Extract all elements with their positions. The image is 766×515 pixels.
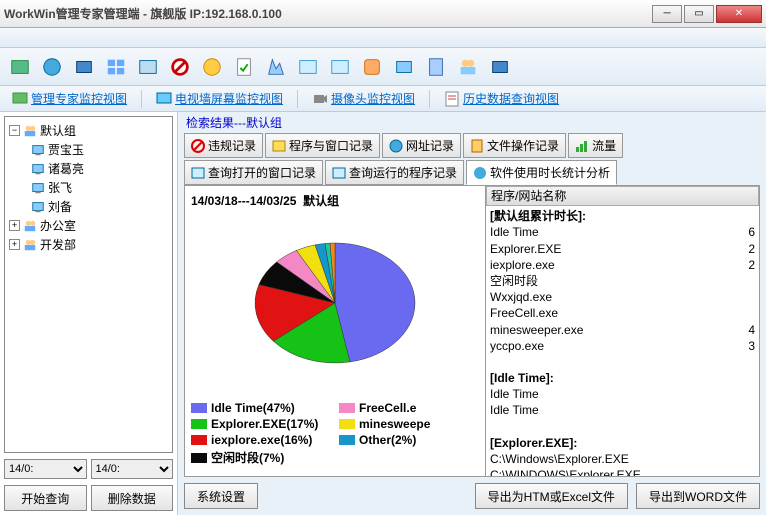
tb-icon-6[interactable] (166, 53, 194, 81)
pie-chart (191, 209, 479, 397)
viewtab-tvwall[interactable]: 电视墙屏幕监控视图 (150, 88, 289, 109)
record-tabs-row1: 违规记录 程序与窗口记录 网址记录 文件操作记录 流量 (178, 133, 766, 158)
data-header: 程序/网站名称 (486, 186, 759, 206)
tab-url[interactable]: 网址记录 (382, 133, 461, 158)
tb-icon-16[interactable] (486, 53, 514, 81)
viewtab-camera[interactable]: 摄像头监控视图 (306, 88, 421, 109)
viewtab-history[interactable]: 历史数据查询视图 (438, 88, 565, 109)
tab-query-programs[interactable]: 查询运行的程序记录 (325, 160, 464, 185)
legend-item: minesweepe (339, 417, 479, 431)
close-button[interactable]: ✕ (716, 5, 762, 23)
data-row: Wxxjqd.exe (490, 289, 755, 305)
legend-item: Other(2%) (339, 433, 479, 447)
data-group-title: [默认组累计时长]: (490, 208, 755, 224)
record-tabs-row2: 查询打开的窗口记录 查询运行的程序记录 软件使用时长统计分析 (178, 158, 766, 185)
tb-icon-2[interactable] (38, 53, 66, 81)
viewtab-monitor[interactable]: 管理专家监控视图 (6, 88, 133, 109)
tb-icon-5[interactable] (134, 53, 162, 81)
data-row: yccpo.exe3 (490, 338, 755, 354)
tab-usage-stats[interactable]: 软件使用时长统计分析 (466, 160, 617, 185)
tb-icon-12[interactable] (358, 53, 386, 81)
legend-item: 空闲时段(7%) (191, 449, 331, 466)
tab-violation[interactable]: 违规记录 (184, 133, 263, 158)
data-row: C:\Windows\Explorer.EXE (490, 451, 755, 467)
data-row: minesweeper.exe4 (490, 322, 755, 338)
maximize-button[interactable]: ▭ (684, 5, 714, 23)
tree-child[interactable]: 诸葛亮 (9, 159, 168, 178)
window-title: WorkWin管理专家管理端 - 旗舰版 IP:192.168.0.100 (4, 5, 282, 22)
tb-icon-7[interactable] (198, 53, 226, 81)
bottom-buttons: 系统设置 导出为HTM或Excel文件 导出到WORD文件 (178, 477, 766, 515)
delete-button[interactable]: 删除数据 (91, 485, 174, 511)
menubar (0, 28, 766, 48)
date-from[interactable]: 14/0: (4, 459, 87, 479)
tree-root[interactable]: −默认组 (9, 121, 168, 140)
group-tree[interactable]: −默认组 贾宝玉 诸葛亮 张飞 刘备 +办公室 +开发部 (4, 116, 173, 453)
tree-child[interactable]: 刘备 (9, 197, 168, 216)
tb-icon-9[interactable] (262, 53, 290, 81)
tb-icon-8[interactable] (230, 53, 258, 81)
data-row: Idle Time (490, 386, 755, 402)
tree-sibling[interactable]: +办公室 (9, 216, 168, 235)
tab-program-window[interactable]: 程序与窗口记录 (265, 133, 380, 158)
data-panel[interactable]: 程序/网站名称 [默认组累计时长]:Idle Time6Explorer.EXE… (485, 186, 759, 476)
toolbar (0, 48, 766, 86)
data-row: 空闲时段 (490, 273, 755, 289)
tab-query-windows[interactable]: 查询打开的窗口记录 (184, 160, 323, 185)
query-button[interactable]: 开始查询 (4, 485, 87, 511)
data-group-title: [Explorer.EXE]: (490, 435, 755, 451)
tb-icon-1[interactable] (6, 53, 34, 81)
tb-icon-13[interactable] (390, 53, 418, 81)
tb-icon-3[interactable] (70, 53, 98, 81)
date-to[interactable]: 14/0: (91, 459, 174, 479)
data-row: Explorer.EXE2 (490, 241, 755, 257)
chart-area: 14/03/18---14/03/25 默认组 Idle Time(47%) Fr… (185, 186, 485, 476)
legend-item: Idle Time(47%) (191, 401, 331, 415)
system-settings-button[interactable]: 系统设置 (184, 483, 258, 509)
tb-icon-10[interactable] (294, 53, 322, 81)
titlebar: WorkWin管理专家管理端 - 旗舰版 IP:192.168.0.100 ─ … (0, 0, 766, 28)
tree-child[interactable]: 贾宝玉 (9, 140, 168, 159)
data-row: FreeCell.exe (490, 305, 755, 321)
data-row: Idle Time (490, 402, 755, 418)
tb-icon-4[interactable] (102, 53, 130, 81)
export-html-excel-button[interactable]: 导出为HTM或Excel文件 (475, 483, 628, 509)
data-row: Idle Time6 (490, 224, 755, 240)
chart-legend: Idle Time(47%) FreeCell.e Explorer.EXE(17%… (191, 397, 479, 470)
view-tabbar: 管理专家监控视图 电视墙屏幕监控视图 摄像头监控视图 历史数据查询视图 (0, 86, 766, 112)
minimize-button[interactable]: ─ (652, 5, 682, 23)
legend-item: Explorer.EXE(17%) (191, 417, 331, 431)
data-group-title: [Idle Time]: (490, 370, 755, 386)
tb-icon-14[interactable] (422, 53, 450, 81)
tb-icon-11[interactable] (326, 53, 354, 81)
export-word-button[interactable]: 导出到WORD文件 (636, 483, 760, 509)
tab-file-ops[interactable]: 文件操作记录 (463, 133, 566, 158)
chart-header: 14/03/18---14/03/25 默认组 (191, 192, 479, 209)
content-area: 14/03/18---14/03/25 默认组 Idle Time(47%) Fr… (184, 185, 760, 477)
legend-item: FreeCell.e (339, 401, 479, 415)
left-panel: −默认组 贾宝玉 诸葛亮 张飞 刘备 +办公室 +开发部 14/0: 14/0:… (0, 112, 178, 515)
data-row: C:\WINDOWS\Explorer.EXE (490, 467, 755, 476)
right-panel: 检索结果---默认组 违规记录 程序与窗口记录 网址记录 文件操作记录 流量 查… (178, 112, 766, 515)
legend-item: iexplore.exe(16%) (191, 433, 331, 447)
tree-sibling[interactable]: +开发部 (9, 235, 168, 254)
data-row: iexplore.exe2 (490, 257, 755, 273)
tb-icon-15[interactable] (454, 53, 482, 81)
search-result-label: 检索结果---默认组 (178, 112, 766, 133)
tab-traffic[interactable]: 流量 (568, 133, 623, 158)
tree-child[interactable]: 张飞 (9, 178, 168, 197)
